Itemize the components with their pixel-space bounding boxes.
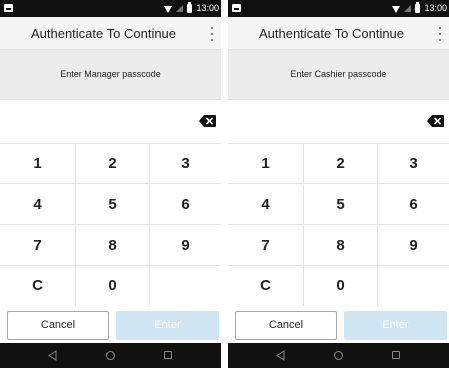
backspace-icon[interactable] [427, 115, 444, 127]
key-9[interactable]: 9 [150, 226, 221, 266]
key-2[interactable]: 2 [304, 144, 378, 184]
key-1[interactable]: 1 [228, 144, 304, 184]
recents-square-icon[interactable] [164, 351, 172, 359]
key-7[interactable]: 7 [0, 226, 76, 266]
passcode-prompt-area: Enter Cashier passcode [228, 50, 449, 100]
status-bar: 13:00 [228, 0, 449, 17]
status-bar: 13:00 [0, 0, 221, 17]
notification-image-icon [232, 4, 241, 12]
key-5[interactable]: 5 [304, 185, 378, 225]
key-clear[interactable]: C [228, 266, 304, 306]
key-clear[interactable]: C [0, 266, 76, 306]
page-title: Authenticate To Continue [30, 26, 177, 41]
passcode-prompt-area: Enter Manager passcode [0, 50, 221, 100]
battery-icon [415, 2, 421, 13]
battery-icon [187, 2, 193, 13]
action-row: Cancel Enter [0, 306, 221, 343]
key-4[interactable]: 4 [0, 185, 76, 225]
status-indicators: 13:00 [392, 0, 447, 17]
cancel-button[interactable]: Cancel [235, 311, 337, 340]
kebab-menu-icon[interactable] [437, 27, 443, 41]
home-circle-icon[interactable] [334, 351, 343, 360]
passcode-entry-field [0, 101, 221, 143]
app-bar: Authenticate To Continue [228, 17, 449, 50]
key-0[interactable]: 0 [304, 266, 378, 306]
signal-icon [404, 5, 412, 12]
key-2[interactable]: 2 [76, 144, 150, 184]
manager-passcode-screen: 13:00 Authenticate To Continue Enter Man… [0, 0, 221, 368]
key-4[interactable]: 4 [228, 185, 304, 225]
key-9[interactable]: 9 [378, 226, 449, 266]
action-row: Cancel Enter [228, 306, 449, 343]
home-circle-icon[interactable] [106, 351, 115, 360]
key-empty [150, 266, 221, 306]
page-title: Authenticate To Continue [258, 26, 405, 41]
kebab-menu-icon[interactable] [209, 27, 215, 41]
cashier-passcode-screen: 13:00 Authenticate To Continue Enter Cas… [228, 0, 449, 368]
key-5[interactable]: 5 [76, 185, 150, 225]
signal-icon [176, 5, 184, 12]
wifi-icon [164, 5, 173, 13]
numeric-keypad: 1 2 3 4 5 6 7 8 9 C 0 [228, 143, 449, 306]
passcode-prompt: Enter Cashier passcode [290, 69, 387, 79]
app-bar: Authenticate To Continue [0, 17, 221, 50]
back-triangle-icon[interactable] [48, 350, 57, 361]
numeric-keypad: 1 2 3 4 5 6 7 8 9 C 0 [0, 143, 221, 306]
status-time: 13:00 [196, 3, 219, 13]
system-nav-bar [0, 343, 221, 368]
passcode-prompt: Enter Manager passcode [60, 69, 161, 79]
key-8[interactable]: 8 [304, 226, 378, 266]
key-6[interactable]: 6 [378, 185, 449, 225]
key-0[interactable]: 0 [76, 266, 150, 306]
key-8[interactable]: 8 [76, 226, 150, 266]
key-7[interactable]: 7 [228, 226, 304, 266]
key-1[interactable]: 1 [0, 144, 76, 184]
system-nav-bar [228, 343, 449, 368]
key-6[interactable]: 6 [150, 185, 221, 225]
wifi-icon [392, 5, 401, 13]
key-empty [378, 266, 449, 306]
enter-button[interactable]: Enter [116, 311, 219, 340]
back-triangle-icon[interactable] [276, 350, 285, 361]
status-time: 13:00 [424, 3, 447, 13]
recents-square-icon[interactable] [392, 351, 400, 359]
passcode-entry-field [228, 101, 449, 143]
backspace-icon[interactable] [199, 115, 216, 127]
enter-button[interactable]: Enter [344, 311, 447, 340]
status-indicators: 13:00 [164, 0, 219, 17]
cancel-button[interactable]: Cancel [7, 311, 109, 340]
key-3[interactable]: 3 [378, 144, 449, 184]
key-3[interactable]: 3 [150, 144, 221, 184]
notification-image-icon [4, 4, 13, 12]
